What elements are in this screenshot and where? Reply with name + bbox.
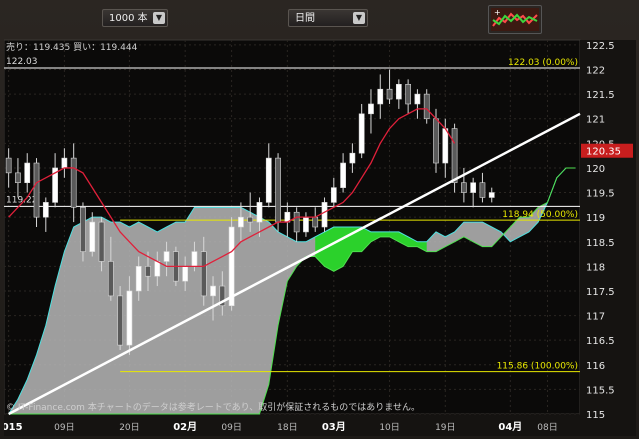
candle-body — [154, 261, 161, 277]
period-value: 日間 — [295, 13, 315, 24]
copyright-text: © IT-Finance.com 本チャートのデータは参考レートであり、取引が保… — [6, 401, 420, 413]
candle-body — [395, 83, 402, 100]
svg-text:+: + — [494, 8, 501, 17]
x-tick-label: 03月 — [322, 421, 346, 433]
candle-body — [451, 128, 458, 184]
candle-body — [358, 113, 365, 154]
fib-right-label: 122.03 (0.00%) — [508, 58, 578, 68]
y-tick-label: 116 — [586, 361, 605, 372]
candle-body — [42, 202, 49, 218]
candle-body — [368, 103, 374, 115]
y-tick-label: 116.5 — [586, 336, 615, 347]
candle-body — [200, 251, 207, 297]
candle-body — [117, 295, 123, 346]
toolbar: 1000 本 ▼ 日間 ▼ + — [0, 0, 639, 36]
fib-right-label: 118.94 (50.00%) — [502, 210, 578, 220]
chart-window: { "toolbar": { "bars_label": "1000 本", "… — [0, 0, 639, 439]
y-tick-label: 115 — [586, 410, 605, 421]
candle-body — [256, 202, 263, 223]
candle-body — [61, 157, 68, 169]
y-tick-label: 119.5 — [586, 189, 615, 200]
candle-body — [321, 202, 328, 228]
candle-body — [405, 83, 411, 105]
candle-body — [442, 128, 449, 164]
candle-body — [5, 157, 12, 174]
current-price-label: 120.35 — [586, 147, 621, 158]
candle-body — [377, 88, 384, 105]
candle-body — [433, 118, 439, 164]
y-tick-label: 121.5 — [586, 90, 615, 101]
candle-body — [135, 266, 142, 292]
candle-body — [80, 207, 86, 252]
y-tick-label: 118.5 — [586, 238, 615, 249]
y-tick-label: 115.5 — [586, 385, 615, 396]
y-tick-label: 119 — [586, 213, 605, 224]
bars-count-value: 1000 本 — [109, 13, 148, 24]
x-tick-label: 19日 — [435, 422, 455, 433]
price-chart[interactable]: 122.5122121.5121120.5120119.5119118.5118… — [0, 36, 636, 436]
candle-body — [24, 162, 31, 184]
y-tick-label: 117.5 — [586, 287, 615, 298]
candle-body — [126, 290, 133, 346]
fib-right-label: 115.86 (100.00%) — [497, 362, 578, 372]
candle-body — [265, 157, 272, 203]
candle-body — [163, 251, 170, 262]
candle-body — [293, 211, 300, 233]
x-tick-label: 09日 — [221, 422, 241, 433]
candle-body — [461, 182, 467, 193]
chevron-down-icon: ▼ — [153, 12, 165, 24]
x-tick-label: 2015 — [4, 422, 23, 433]
x-tick-label: 18日 — [277, 422, 297, 433]
y-tick-label: 121 — [586, 115, 605, 126]
candle-body — [470, 182, 477, 193]
candle-body — [423, 93, 430, 120]
y-tick-label: 122.5 — [586, 41, 615, 52]
y-tick-label: 118 — [586, 262, 605, 273]
quote-text: 売り：119.435 買い：119.444 — [6, 41, 138, 53]
candle-body — [228, 226, 235, 307]
y-tick-label: 117 — [586, 312, 605, 323]
fib-left-label: 122.03 — [6, 57, 38, 67]
candle-body — [33, 162, 40, 218]
candle-body — [145, 266, 151, 277]
x-tick-label: 09日 — [54, 422, 74, 433]
candle-body — [312, 216, 319, 228]
candle-body — [238, 216, 244, 228]
candle-body — [98, 221, 105, 262]
candle-body — [330, 187, 337, 203]
candle-body — [191, 251, 198, 267]
chart-tool-button[interactable]: + — [488, 5, 542, 34]
candle-body — [303, 216, 309, 233]
candle-body — [70, 157, 77, 208]
x-tick-label: 04月 — [498, 421, 522, 433]
x-tick-label: 10日 — [379, 422, 399, 433]
candle-body — [479, 182, 486, 198]
candle-body — [210, 285, 216, 297]
chart-tool-icon: + — [491, 8, 539, 31]
candle-body — [414, 93, 421, 105]
period-dropdown[interactable]: 日間 ▼ — [288, 9, 368, 27]
x-tick-label: 08日 — [537, 422, 557, 433]
y-tick-label: 122 — [586, 66, 605, 77]
candle-body — [349, 152, 356, 164]
candle-body — [15, 172, 21, 184]
candle-body — [386, 88, 393, 100]
x-tick-label: 20日 — [119, 422, 139, 433]
chart-panel[interactable]: 122.5122121.5121120.5120119.5119118.5118… — [0, 36, 636, 436]
candle-body — [488, 192, 495, 198]
candle-body — [340, 162, 346, 188]
candle-body — [247, 216, 254, 223]
x-tick-label: 02月 — [173, 421, 197, 433]
candle-body — [182, 266, 189, 282]
chevron-down-icon: ▼ — [353, 12, 365, 24]
y-tick-label: 120 — [586, 164, 605, 175]
candle-body — [275, 157, 281, 223]
bars-count-dropdown[interactable]: 1000 本 ▼ — [102, 9, 168, 27]
candle-body — [89, 221, 96, 252]
candle-body — [107, 261, 114, 297]
